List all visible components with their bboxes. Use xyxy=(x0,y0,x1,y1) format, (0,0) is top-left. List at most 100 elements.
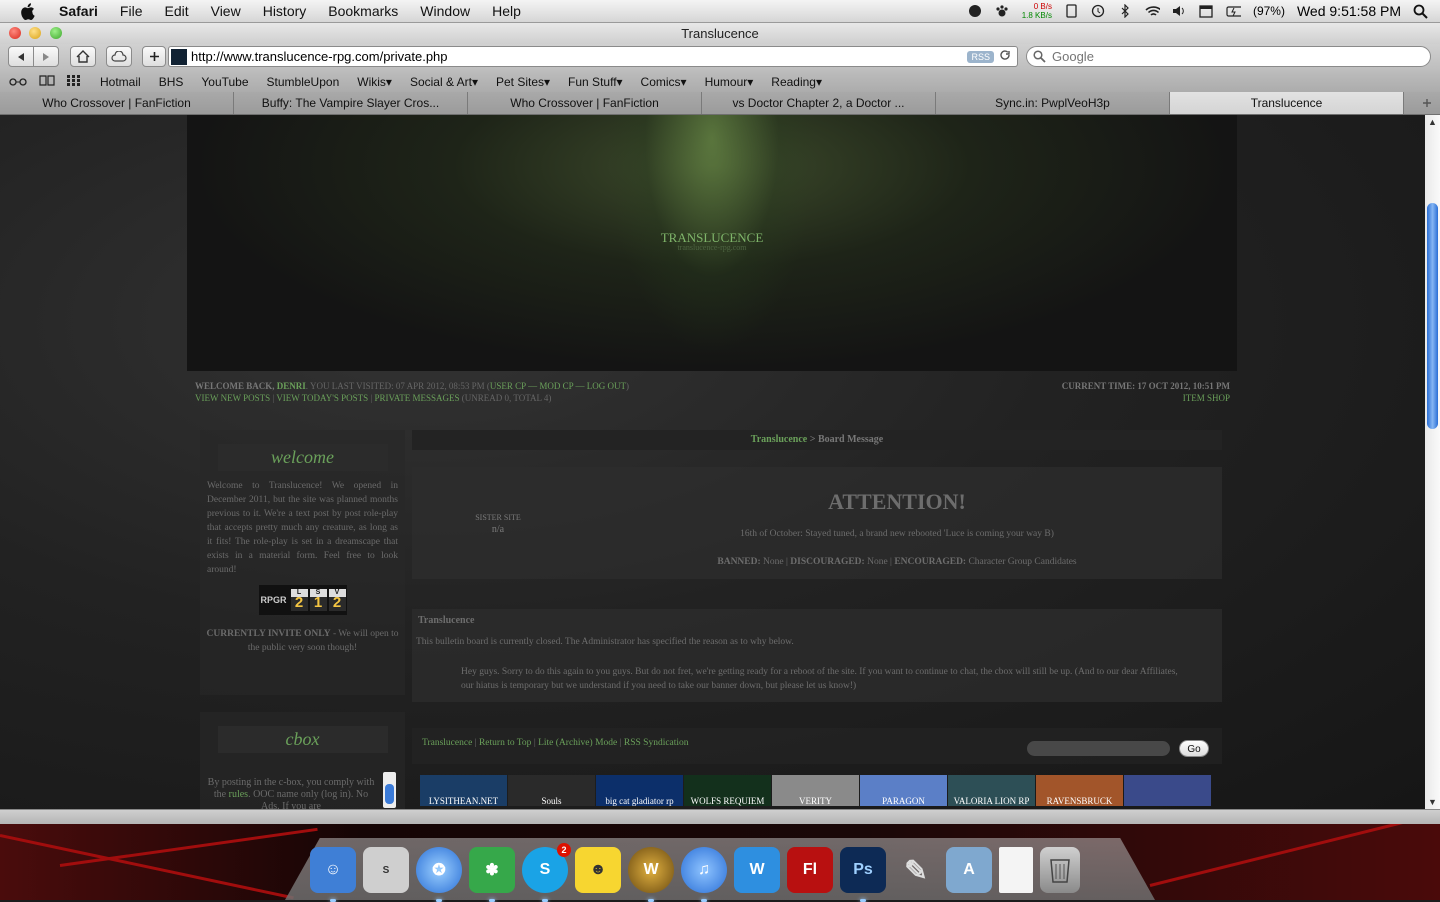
bookmark-folder-fun-stuff[interactable]: Fun Stuff▾ xyxy=(559,75,632,89)
affiliate-banner[interactable]: RAVENSBRUCK xyxy=(1036,775,1123,806)
menu-file[interactable]: File xyxy=(109,3,154,19)
bookmark-folder-pet-sites[interactable]: Pet Sites▾ xyxy=(487,75,559,89)
warcraft-icon[interactable]: W xyxy=(628,847,674,902)
back-button[interactable] xyxy=(8,46,34,67)
wifi-icon[interactable] xyxy=(1145,4,1160,18)
apple-icon[interactable] xyxy=(18,2,36,20)
flash-icon[interactable]: Fl xyxy=(787,847,833,893)
network-monitor[interactable]: 0 B/s 1.8 KB/s xyxy=(1022,2,1052,20)
cbox-scrollbar[interactable] xyxy=(383,772,396,808)
reload-icon[interactable] xyxy=(1000,49,1011,64)
menu-help[interactable]: Help xyxy=(481,3,532,19)
volume-icon[interactable] xyxy=(1172,4,1187,18)
evernote-icon[interactable] xyxy=(968,4,983,18)
scroll-down-arrow-icon[interactable]: ▼ xyxy=(1428,797,1437,807)
private-messages-link[interactable]: PRIVATE MESSAGES xyxy=(374,393,459,403)
scroll-up-arrow-icon[interactable]: ▲ xyxy=(1428,117,1437,127)
skype-icon[interactable]: S2 xyxy=(522,843,571,902)
photoshop-icon[interactable]: Ps xyxy=(840,847,886,902)
minimize-window-button[interactable] xyxy=(29,27,41,39)
spotlight-icon[interactable] xyxy=(1413,4,1428,19)
return-to-top-link[interactable]: Return to Top xyxy=(479,738,531,748)
lite-mode-link[interactable]: Lite (Archive) Mode xyxy=(538,738,617,748)
rss-button[interactable]: RSS xyxy=(967,50,994,63)
cbox-rules-link[interactable]: rules xyxy=(229,789,248,800)
tab-translucence[interactable]: Translucence xyxy=(1170,92,1404,114)
cbox-scroll-thumb[interactable] xyxy=(385,784,394,804)
bookmark-folder-social-art[interactable]: Social & Art▾ xyxy=(401,75,487,89)
messenger-icon[interactable]: ✽ xyxy=(469,847,515,902)
menubar-clock[interactable]: Wed 9:51:58 PM xyxy=(1297,3,1401,19)
affiliate-banner[interactable]: VERITY xyxy=(772,775,859,806)
add-bookmark-button[interactable] xyxy=(142,46,166,67)
item-shop-link[interactable]: ITEM SHOP xyxy=(1062,392,1230,404)
affiliate-banner[interactable]: Souls xyxy=(508,775,595,806)
affiliate-banner[interactable]: LYSITHEAN.NET xyxy=(420,775,507,806)
wl-icon[interactable]: W xyxy=(734,847,780,893)
bookmark-folder-reading[interactable]: Reading▾ xyxy=(762,75,831,89)
breadcrumb-home-link[interactable]: Translucence xyxy=(751,434,807,445)
bookmarks-book-icon[interactable] xyxy=(33,74,61,89)
rss-syndication-link[interactable]: RSS Syndication xyxy=(624,738,689,748)
home-button[interactable] xyxy=(70,46,96,67)
bluetooth-icon[interactable] xyxy=(1118,4,1133,18)
zoom-window-button[interactable] xyxy=(50,27,62,39)
affiliate-banner[interactable]: PARAGON xyxy=(860,775,947,806)
view-todays-posts-link[interactable]: VIEW TODAY'S POSTS xyxy=(276,393,368,403)
address-bar[interactable]: http://www.translucence-rpg.com/private.… xyxy=(168,46,1018,67)
bookmark-stumbleupon[interactable]: StumbleUpon xyxy=(258,75,349,89)
footer-home-link[interactable]: Translucence xyxy=(422,738,472,748)
menu-bookmarks[interactable]: Bookmarks xyxy=(317,3,409,19)
itunes-icon[interactable]: ♫ xyxy=(681,847,727,902)
bookmark-folder-wikis[interactable]: Wikis▾ xyxy=(348,75,401,89)
search-field[interactable] xyxy=(1026,46,1431,67)
document-icon[interactable] xyxy=(999,847,1033,893)
affiliate-banner[interactable]: WOLFS REQUIEM xyxy=(684,775,771,806)
menu-app-safari[interactable]: Safari xyxy=(48,3,109,19)
view-new-posts-link[interactable]: VIEW NEW POSTS xyxy=(195,393,270,403)
bookmark-bhs[interactable]: BHS xyxy=(150,75,193,89)
log-out-link[interactable]: LOG OUT xyxy=(587,381,626,391)
cloud-button[interactable] xyxy=(106,46,132,67)
solution-menu-icon[interactable]: S xyxy=(363,847,409,893)
trash-icon[interactable] xyxy=(1040,847,1080,893)
affiliate-banner[interactable] xyxy=(1124,775,1211,806)
address-bar-url[interactable]: http://www.translucence-rpg.com/private.… xyxy=(191,49,967,64)
go-button[interactable]: Go xyxy=(1179,740,1209,757)
rpgr-rating-badge[interactable]: RPGR L2 S1 V2 xyxy=(258,585,347,615)
menu-history[interactable]: History xyxy=(252,3,318,19)
finder-icon[interactable]: ☺ xyxy=(310,847,356,902)
calendar-icon[interactable] xyxy=(1199,4,1214,18)
search-input[interactable] xyxy=(1050,48,1414,65)
tab-who-crossover-2[interactable]: Who Crossover | FanFiction xyxy=(468,92,702,114)
bookmark-youtube[interactable]: YouTube xyxy=(192,75,257,89)
smiley-app-icon[interactable]: ☻ xyxy=(575,847,621,893)
skin-select[interactable] xyxy=(1027,741,1170,756)
applications-folder-icon[interactable]: A xyxy=(946,847,992,893)
menu-window[interactable]: Window xyxy=(409,3,481,19)
menu-view[interactable]: View xyxy=(200,3,252,19)
tab-who-crossover-1[interactable]: Who Crossover | FanFiction xyxy=(0,92,234,114)
close-window-button[interactable] xyxy=(9,27,21,39)
affiliate-banner[interactable]: VALORIA LION RP xyxy=(948,775,1035,806)
reading-list-icon[interactable] xyxy=(0,75,33,89)
top-sites-grid-icon[interactable] xyxy=(61,74,91,89)
user-cp-link[interactable]: USER CP xyxy=(490,381,526,391)
affiliate-banner[interactable]: big cat gladiator rp xyxy=(596,775,683,806)
mod-cp-link[interactable]: MOD CP xyxy=(539,381,573,391)
page-scrollbar[interactable]: ▲ ▼ xyxy=(1425,115,1440,809)
username-link[interactable]: DENRI xyxy=(277,381,306,391)
sim-card-icon[interactable] xyxy=(1064,4,1079,18)
tab-buffy-crossover[interactable]: Buffy: The Vampire Slayer Cros... xyxy=(234,92,468,114)
paw-icon[interactable] xyxy=(995,4,1010,18)
brush-icon[interactable]: ✎ xyxy=(893,847,939,893)
bookmark-folder-comics[interactable]: Comics▾ xyxy=(632,75,696,89)
bookmark-folder-humour[interactable]: Humour▾ xyxy=(696,75,763,89)
bookmark-hotmail[interactable]: Hotmail xyxy=(91,75,150,89)
battery-icon[interactable] xyxy=(1226,4,1241,18)
tab-sync-in[interactable]: Sync.in: PwplVeoH3p xyxy=(936,92,1170,114)
tab-vs-doctor[interactable]: vs Doctor Chapter 2, a Doctor ... xyxy=(702,92,936,114)
safari-icon[interactable]: ✪ xyxy=(416,847,462,902)
new-tab-button[interactable] xyxy=(1414,92,1440,114)
menu-edit[interactable]: Edit xyxy=(153,3,199,19)
